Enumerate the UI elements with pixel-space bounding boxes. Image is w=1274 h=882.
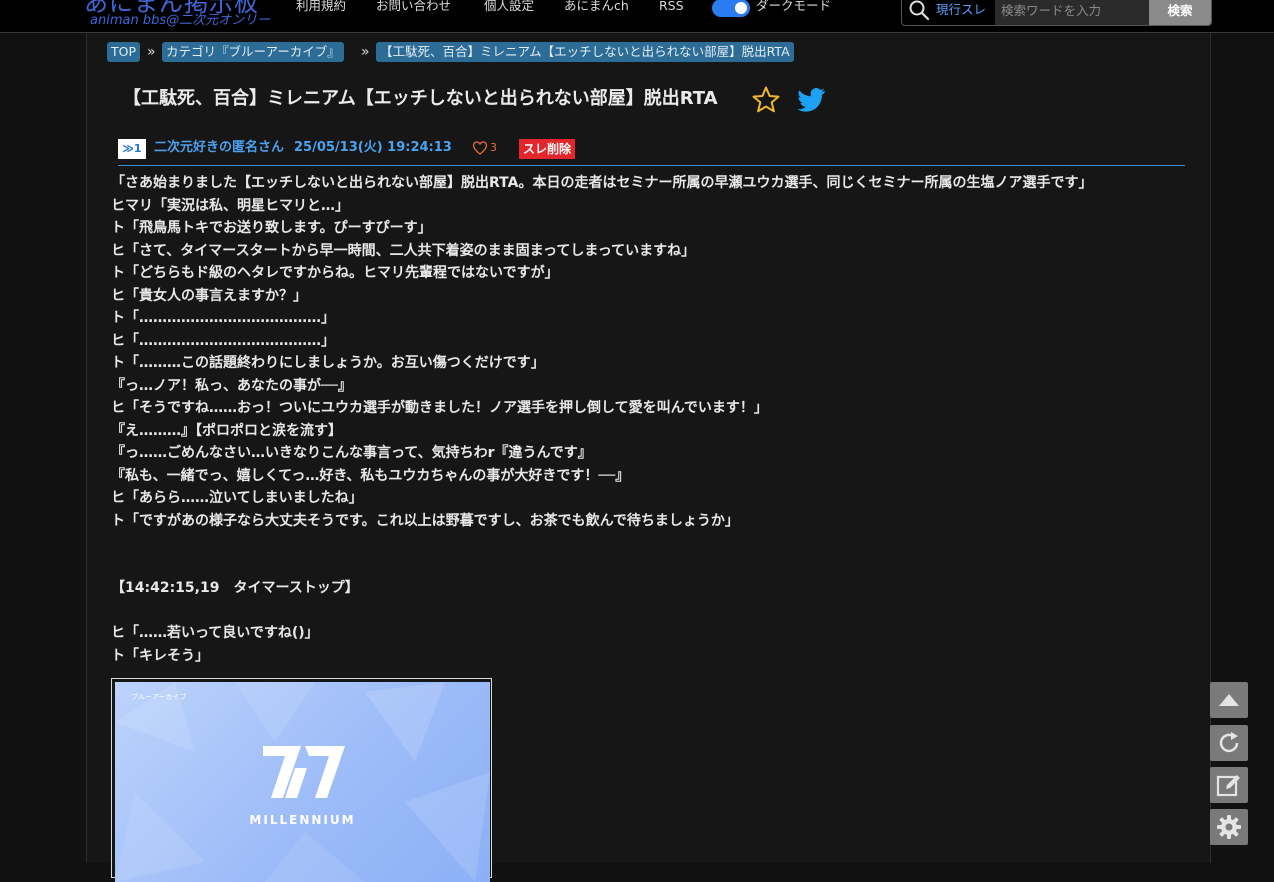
breadcrumb-thread[interactable]: 【工駄死、百合】ミレニアム【エッチしないと出られない部屋】脱出RTA — [376, 42, 794, 62]
millennium-logo-icon — [263, 746, 345, 798]
toggle-knob — [735, 2, 747, 14]
search-icon[interactable] — [908, 0, 930, 21]
logo-subtitle: animan bbs@二次元オンリー — [90, 13, 271, 28]
post-line: 『私も、一緒でっ、嬉しくてっ…好き、私もユウカちゃんの事が大好きです！──』 — [111, 467, 630, 484]
post-image[interactable]: ブルーアーカイブ MILLENNIUM — [111, 678, 492, 882]
search-button[interactable]: 検索 — [1149, 0, 1211, 25]
post-date: 25/05/13(火) 19:24:13 — [294, 140, 452, 155]
nav-animanch-link[interactable]: あにまんch — [564, 0, 629, 14]
reload-button[interactable] — [1210, 725, 1248, 761]
breadcrumb-category[interactable]: カテゴリ『ブルーアーカイブ』 — [162, 42, 344, 62]
main-content: TOP » カテゴリ『ブルーアーカイブ』 » 【工駄死、百合】ミレニアム【エッチ… — [86, 33, 1211, 882]
post-line: ヒ「あらら……泣いてしまいましたね」 — [111, 490, 363, 506]
breadcrumb-separator: » — [147, 44, 156, 60]
star-outline-icon[interactable] — [751, 85, 781, 115]
thread-title: 【工駄死、百合】ミレニアム【エッチしないと出られない部屋】脱出RTA — [123, 88, 718, 109]
post-line — [111, 555, 1191, 578]
nav-terms-link[interactable]: 利用規約 — [296, 0, 346, 14]
post-line: ヒ「貴女人の事言えますか？」 — [111, 287, 307, 304]
write-button[interactable] — [1210, 767, 1248, 803]
post-line: 【14:42:15,19 タイマーストップ】 — [111, 580, 359, 596]
post-header: ≫1 二次元好きの匿名さん 25/05/13(火) 19:24:13 3 スレ削… — [118, 137, 1185, 166]
dark-mode-toggle[interactable] — [712, 0, 750, 17]
like-count: 3 — [490, 141, 497, 154]
search-bar: 現行スレ 検索 — [901, 0, 1212, 26]
post-body: 「さあ始まりました【エッチしないと出られない部屋】脱出RTA。本日の走者はセミナ… — [111, 172, 1191, 667]
breadcrumb-top[interactable]: TOP — [107, 42, 141, 62]
post-line: ト「ですがあの様子なら大丈夫そうです。これ以上は野暮ですし、お茶でも飲んで待ちま… — [111, 512, 739, 529]
nav-contact-link[interactable]: お問い合わせ — [376, 0, 451, 14]
image-caption: MILLENNIUM — [249, 813, 356, 827]
site-header: あにまん掲示板 animan bbs@二次元オンリー 利用規約 お問い合わせ 個… — [0, 0, 1274, 33]
gear-icon — [1217, 815, 1241, 839]
post-line: ト「…………………………………」 — [111, 310, 335, 326]
post-line: 「さあ始まりました【エッチしないと出られない部屋】脱出RTA。本日の走者はセミナ… — [111, 175, 1093, 191]
nav-rss-link[interactable]: RSS — [659, 0, 684, 14]
post-line: 『っ…ノア！私っ、あなたの事が──』 — [111, 377, 352, 394]
triangle-up-icon — [1219, 694, 1239, 706]
post-line: 『っ……ごめんなさい…いきなりこんな事言って、気持ちわr『違うんです』 — [111, 445, 592, 461]
post-author: 二次元好きの匿名さん — [154, 140, 285, 155]
site-logo[interactable]: あにまん掲示板 animan bbs@二次元オンリー — [84, 0, 284, 32]
post-line: ヒマリ「実況は私、明星ヒマリと…」 — [111, 197, 349, 214]
post-line: ト「………この話題終わりにしましょうか。お互い傷つくだけです」 — [111, 355, 545, 371]
settings-button[interactable] — [1210, 809, 1248, 845]
twitter-icon[interactable] — [795, 85, 827, 115]
post-line: ト「どちらもド級のヘタレですからね。ヒマリ先輩程ではないですが」 — [111, 265, 559, 281]
post-line: ヒ「……若いって良いですね()」 — [111, 625, 319, 641]
post-line: ヒ「そうですね……おっ！ついにユウカ選手が動きました！ノア選手を押し倒して愛を叫… — [111, 400, 768, 416]
post-number[interactable]: ≫1 — [118, 139, 146, 159]
delete-thread-button[interactable]: スレ削除 — [519, 139, 576, 159]
search-input[interactable] — [995, 0, 1149, 25]
image-top-label: ブルーアーカイブ — [131, 693, 187, 701]
post-line: ト「キレそう」 — [111, 647, 209, 664]
post-line: ヒ「さて、タイマースタートから早一時間、二人共下着姿のまま固まってしまっています… — [111, 242, 696, 259]
search-scope[interactable]: 現行スレ — [936, 2, 986, 18]
post-line: ト「飛鳥馬トキでお送り致します。ぴーすぴーす」 — [111, 220, 432, 236]
post-line: ヒ「…………………………………」 — [111, 332, 335, 349]
heart-outline-icon — [472, 141, 488, 155]
millennium-image: ブルーアーカイブ MILLENNIUM — [115, 682, 490, 882]
post-line — [111, 532, 1191, 555]
edit-icon — [1216, 775, 1240, 797]
dark-mode-label: ダークモード — [756, 0, 832, 13]
nav-settings-link[interactable]: 個人設定 — [484, 0, 534, 14]
scroll-top-button[interactable] — [1210, 682, 1248, 718]
breadcrumb-separator: » — [361, 44, 370, 60]
reload-icon — [1219, 732, 1239, 753]
post-line: 『え………』【ポロポロと涙を流す】 — [111, 422, 342, 439]
post-line — [111, 600, 1191, 623]
